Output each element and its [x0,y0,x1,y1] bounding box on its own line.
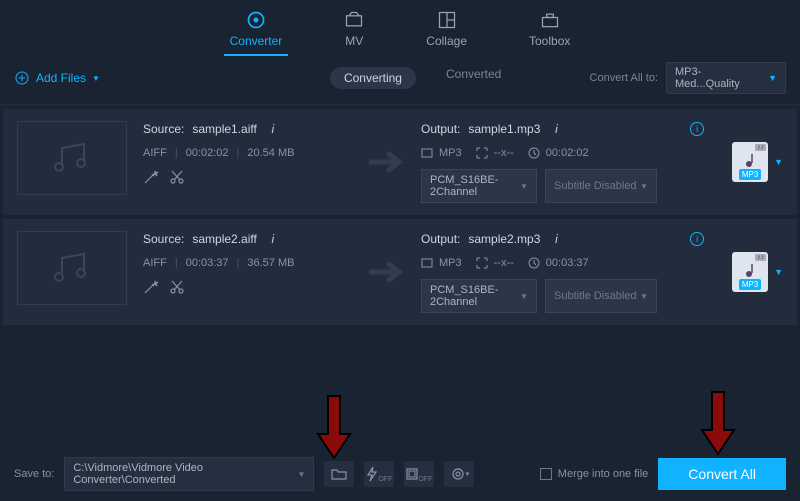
chevron-down-icon: ▼ [774,267,783,277]
save-path-value: C:\Vidmore\Vidmore Video Converter\Conve… [73,462,297,486]
tab-collage[interactable]: Collage [420,6,473,56]
cut-icon[interactable] [169,279,185,295]
chevron-down-icon: ▼ [768,73,777,83]
size-label: 36.57 MB [247,257,294,269]
duration-label: 00:02:02 [186,147,229,159]
open-folder-button[interactable] [324,461,354,487]
tab-converter[interactable]: Converter [224,6,289,56]
duration-label: 00:03:37 [186,257,229,269]
arrow-icon [369,231,405,313]
save-to-label: Save to: [14,468,54,480]
tab-toolbox[interactable]: Toolbox [523,6,576,56]
edit-name-icon[interactable]: i [548,121,564,137]
hardware-accel-button[interactable]: OFF [364,461,394,487]
subtab-converting[interactable]: Converting [330,67,416,89]
settings-button[interactable]: ▾ [444,461,474,487]
subtitle-select[interactable]: Subtitle Disabled▼ [545,169,657,203]
triangle-down-icon: ▼ [640,292,648,301]
resolution-badge: --x-- [476,147,514,159]
output-label: Output: [421,232,460,246]
tab-mv-label: MV [345,34,363,48]
output-filename: sample1.mp3 [468,122,540,136]
source-label: Source: [143,232,184,246]
source-label: Source: [143,122,184,136]
edit-name-icon[interactable]: i [265,121,281,137]
file-row: Source: sample1.aiff i AIFF| 00:02:02| 2… [3,109,797,215]
output-column: Output: sample2.mp3 i i MP3 --x-- 00:03:… [421,231,710,313]
tab-collage-label: Collage [426,34,467,48]
format-tag: MP3 [739,279,761,290]
mv-icon [344,10,364,30]
output-label: Output: [421,122,460,136]
codec-label: AIFF [143,147,167,159]
triangle-down-icon: ▼ [520,182,528,191]
tab-converter-label: Converter [230,34,283,48]
merge-checkbox[interactable]: Merge into one file [540,468,649,480]
convert-all-to-value: MP3-Med...Quality [675,66,760,90]
converter-icon [246,10,266,30]
file-thumbnail[interactable] [17,121,127,195]
main-tabs: Converter MV Collage Toolbox [0,0,800,56]
enhance-icon[interactable] [143,169,159,185]
triangle-down-icon: ▼ [640,182,648,191]
tab-mv[interactable]: MV [338,6,370,56]
checkbox-icon [540,468,552,480]
add-files-label: Add Files [36,71,86,85]
gear-icon [450,466,466,482]
subtitle-select[interactable]: Subtitle Disabled▼ [545,279,657,313]
output-column: Output: sample1.mp3 i i MP3 --x-- 00:02:… [421,121,710,203]
cut-icon[interactable] [169,169,185,185]
codec-label: AIFF [143,257,167,269]
output-format-selector[interactable]: ♪♪ MP3 ▼ [732,231,783,313]
chevron-down-icon: ▼ [92,74,100,83]
format-badge: MP3 [421,147,462,159]
plus-circle-icon [14,70,30,86]
subtab-converted[interactable]: Converted [446,67,501,89]
convert-all-to-dropdown[interactable]: MP3-Med...Quality ▼ [666,62,786,94]
triangle-down-icon: ▼ [297,470,305,479]
out-duration-badge: 00:02:02 [528,147,589,159]
codec-select[interactable]: PCM_S16BE-2Channel▼ [421,169,537,203]
file-thumbnail[interactable] [17,231,127,305]
source-filename: sample2.aiff [192,232,256,246]
sub-tabs: Converting Converted [330,67,501,89]
folder-icon [331,466,347,482]
collage-icon [437,10,457,30]
convert-all-button[interactable]: Convert All [658,458,786,490]
file-row: Source: sample2.aiff i AIFF| 00:03:37| 3… [3,219,797,325]
codec-select[interactable]: PCM_S16BE-2Channel▼ [421,279,537,313]
arrow-icon [369,121,405,203]
format-file-icon: ♪♪ MP3 [732,142,768,182]
source-filename: sample1.aiff [192,122,256,136]
source-column: Source: sample2.aiff i AIFF| 00:03:37| 3… [143,231,353,313]
gpu-button[interactable]: OFF [404,461,434,487]
info-icon[interactable]: i [690,232,704,246]
convert-all-to-label: Convert All to: [590,72,658,84]
output-format-selector[interactable]: ♪♪ MP3 ▼ [732,121,783,203]
resolution-badge: --x-- [476,257,514,269]
format-badge: MP3 [421,257,462,269]
out-duration-badge: 00:03:37 [528,257,589,269]
edit-name-icon[interactable]: i [265,231,281,247]
save-path-dropdown[interactable]: C:\Vidmore\Vidmore Video Converter\Conve… [64,457,314,491]
music-notes-icon [48,248,96,288]
bottom-bar: Save to: C:\Vidmore\Vidmore Video Conver… [0,447,800,501]
info-icon[interactable]: i [690,122,704,136]
toolbox-icon [540,10,560,30]
format-tag: MP3 [739,169,761,180]
size-label: 20.54 MB [247,147,294,159]
triangle-down-icon: ▼ [520,292,528,301]
music-notes-icon [48,138,96,178]
merge-label: Merge into one file [558,468,649,480]
enhance-icon[interactable] [143,279,159,295]
chevron-down-icon: ▼ [774,157,783,167]
output-filename: sample2.mp3 [468,232,540,246]
sub-bar: Add Files ▼ Converting Converted Convert… [0,56,800,105]
source-column: Source: sample1.aiff i AIFF| 00:02:02| 2… [143,121,353,203]
convert-all-to: Convert All to: MP3-Med...Quality ▼ [590,62,786,94]
tab-toolbox-label: Toolbox [529,34,570,48]
format-file-icon: ♪♪ MP3 [732,252,768,292]
edit-name-icon[interactable]: i [548,231,564,247]
add-files-button[interactable]: Add Files ▼ [14,70,100,86]
